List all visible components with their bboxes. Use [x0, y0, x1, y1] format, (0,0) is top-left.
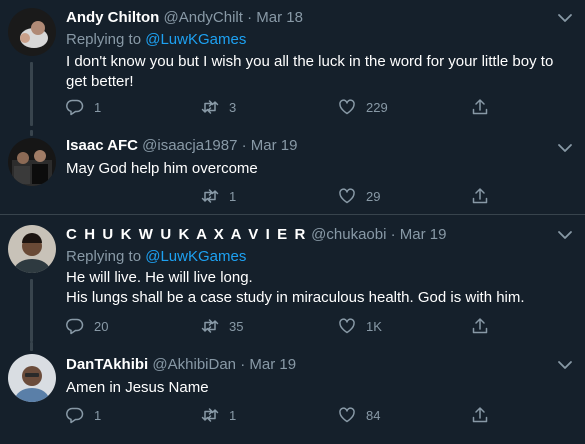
share-icon — [472, 318, 488, 334]
replying-to: Replying to @LuwKGames — [66, 248, 247, 265]
tweet-header: C H U K W U K A X A V I E R @chukaobi · … — [66, 225, 575, 245]
reply-button[interactable]: 20 — [66, 316, 108, 336]
tweet-header: DanTAkhibi @AkhibiDan · Mar 19 — [66, 355, 575, 375]
like-count: 229 — [366, 99, 388, 115]
tweet-text: He will live. He will live long. His lun… — [66, 269, 525, 306]
avatar[interactable] — [8, 225, 56, 273]
display-name[interactable]: Andy Chilton — [66, 9, 159, 26]
display-name[interactable]: DanTAkhibi — [66, 356, 148, 373]
chevron-down-icon[interactable] — [555, 225, 575, 245]
thread-line — [30, 342, 33, 351]
retweet-button[interactable]: 3 — [201, 97, 236, 117]
retweet-icon — [201, 189, 219, 203]
tweet-date[interactable]: Mar 19 — [251, 137, 298, 154]
tweet-chukwukaxavier[interactable]: C H U K W U K A X A V I E R @chukaobi · … — [0, 215, 585, 342]
share-button[interactable] — [471, 316, 489, 336]
tweet-dantakhibi[interactable]: DanTAkhibi @AkhibiDan · Mar 19 Amen in J… — [0, 342, 585, 444]
separator: · — [241, 137, 247, 154]
mention-link[interactable]: @LuwKGames — [145, 31, 246, 48]
user-handle[interactable]: @AkhibiDan — [152, 356, 236, 373]
reply-count: 1 — [94, 99, 102, 115]
share-button[interactable] — [471, 186, 489, 206]
share-button[interactable] — [471, 97, 489, 117]
chevron-down-icon[interactable] — [555, 138, 575, 158]
like-icon — [339, 318, 355, 334]
like-icon — [339, 99, 355, 115]
share-icon — [472, 188, 488, 204]
separator: · — [390, 226, 396, 243]
like-button[interactable]: 1K — [338, 316, 382, 336]
like-count: 29 — [366, 188, 381, 204]
user-handle[interactable]: @chukaobi — [311, 226, 386, 243]
like-button[interactable]: 229 — [338, 97, 388, 117]
retweet-icon — [201, 319, 219, 333]
tweet-andy-chilton[interactable]: Andy Chilton @AndyChilt · Mar 18 Replyin… — [0, 0, 585, 130]
retweet-button[interactable]: 35 — [201, 316, 243, 336]
tweet-actions: 1 1 84 — [66, 405, 546, 425]
tweet-isaac-afc[interactable]: Isaac AFC @isaacja1987 · Mar 19 May God … — [0, 130, 585, 214]
reply-icon — [66, 318, 84, 335]
tweet-header: Isaac AFC @isaacja1987 · Mar 19 — [66, 136, 575, 156]
thread-line — [30, 130, 33, 136]
share-button[interactable] — [471, 405, 489, 425]
like-button[interactable]: 29 — [338, 186, 380, 206]
display-name[interactable]: Isaac AFC — [66, 137, 138, 154]
like-count: 84 — [366, 407, 381, 423]
display-name[interactable]: C H U K W U K A X A V I E R — [66, 226, 307, 243]
retweet-button[interactable]: 1 — [201, 186, 236, 206]
share-icon — [472, 407, 488, 423]
retweet-count: 1 — [229, 407, 237, 423]
reply-icon — [66, 99, 84, 116]
reply-button[interactable]: 1 — [66, 97, 101, 117]
tweet-text: Amen in Jesus Name — [66, 379, 209, 396]
avatar[interactable] — [8, 354, 56, 402]
tweet-actions: 20 35 1K — [66, 316, 546, 336]
separator: · — [240, 356, 246, 373]
share-icon — [472, 99, 488, 115]
like-button[interactable]: 84 — [338, 405, 380, 425]
chevron-down-icon[interactable] — [555, 8, 575, 28]
like-icon — [339, 188, 355, 204]
tweet-header: Andy Chilton @AndyChilt · Mar 18 — [66, 8, 575, 28]
tweet-date[interactable]: Mar 18 — [256, 9, 303, 26]
chevron-down-icon[interactable] — [555, 355, 575, 375]
reply-button[interactable]: 1 — [66, 405, 101, 425]
mention-link[interactable]: @LuwKGames — [145, 248, 246, 265]
avatar[interactable] — [8, 138, 56, 186]
tweet-actions: 1 29 — [66, 186, 546, 206]
retweet-count: 1 — [229, 188, 237, 204]
replies-timeline: Andy Chilton @AndyChilt · Mar 18 Replyin… — [0, 0, 585, 444]
user-handle[interactable]: @isaacja1987 — [142, 137, 237, 154]
thread-line — [30, 279, 33, 342]
replying-to: Replying to @LuwKGames — [66, 31, 247, 48]
tweet-text: I don't know you but I wish you all the … — [66, 53, 554, 90]
reply-count: 20 — [94, 318, 109, 334]
avatar[interactable] — [8, 8, 56, 56]
tweet-date[interactable]: Mar 19 — [400, 226, 447, 243]
user-handle[interactable]: @AndyChilt — [164, 9, 243, 26]
like-icon — [339, 407, 355, 423]
retweet-icon — [201, 408, 219, 422]
tweet-actions: 1 3 229 — [66, 97, 546, 117]
retweet-count: 3 — [229, 99, 237, 115]
retweet-count: 35 — [229, 318, 244, 334]
retweet-button[interactable]: 1 — [201, 405, 236, 425]
separator: · — [247, 9, 253, 26]
tweet-date[interactable]: Mar 19 — [249, 356, 296, 373]
like-count: 1K — [366, 318, 382, 334]
tweet-text: May God help him overcome — [66, 160, 258, 177]
thread-line — [30, 62, 33, 126]
retweet-icon — [201, 100, 219, 114]
reply-count: 1 — [94, 407, 102, 423]
reply-icon — [66, 407, 84, 424]
